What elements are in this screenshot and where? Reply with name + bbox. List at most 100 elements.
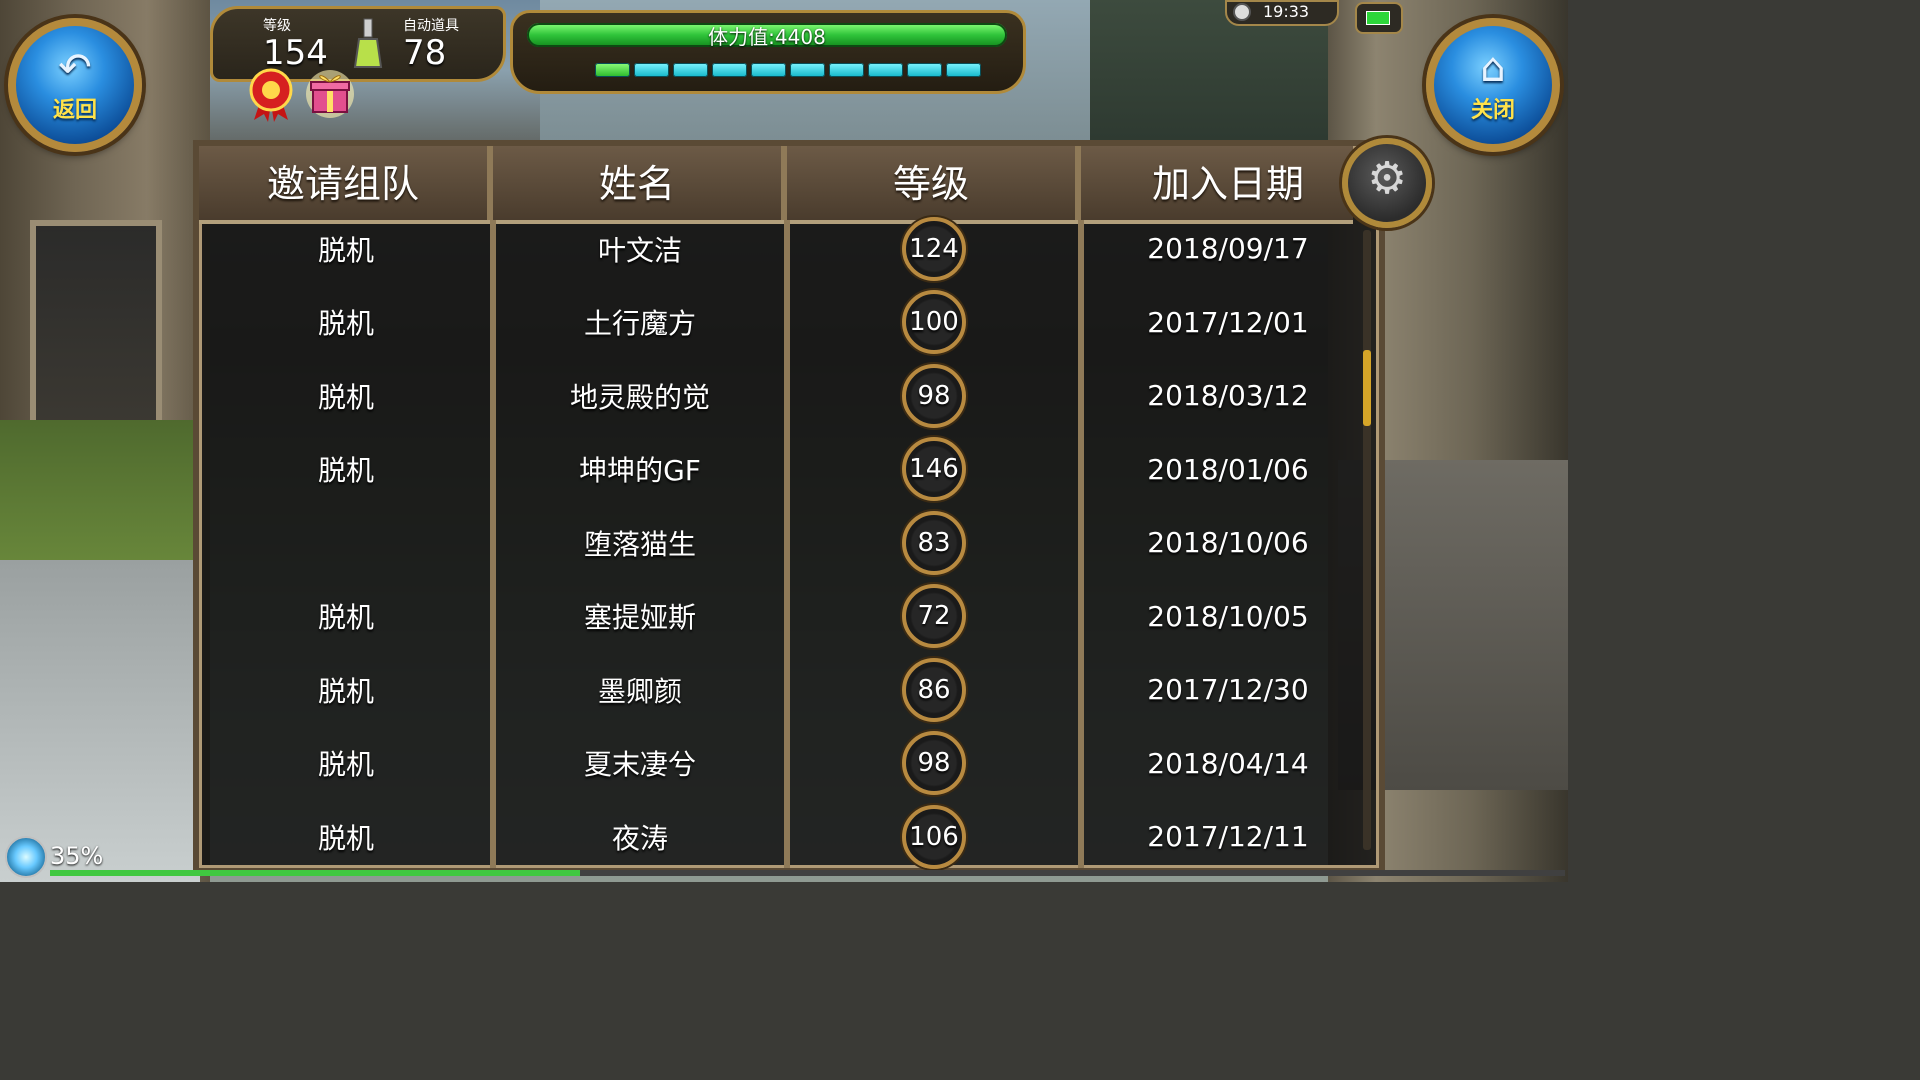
- invite-status[interactable]: 脱机: [199, 817, 493, 857]
- member-level: 146: [787, 437, 1081, 502]
- exp-bar-fill: [50, 870, 581, 876]
- invite-status[interactable]: 脱机: [199, 376, 493, 416]
- stamina-bar-panel: 体力值:4408: [510, 10, 1026, 94]
- settings-button[interactable]: ⚙: [1342, 138, 1432, 228]
- exp-bar: [50, 870, 1565, 876]
- join-date: 2018/01/06: [1147, 452, 1309, 486]
- invite-status[interactable]: 脱机: [199, 743, 493, 783]
- stamina-segment: [673, 63, 708, 77]
- clock-time: 19:33: [1263, 2, 1310, 21]
- level-badge: 146: [902, 437, 966, 502]
- level-badge: 100: [902, 290, 966, 355]
- member-name: 塞提娅斯: [583, 601, 696, 635]
- clock-icon: [1233, 3, 1251, 21]
- member-name: 坤坤的GF: [579, 454, 701, 488]
- join-date: 2017/12/11: [1147, 820, 1309, 854]
- table-row[interactable]: 脱机 地灵殿的觉 98 2018/03/12: [199, 359, 1353, 433]
- table-row[interactable]: 脱机 坤坤的GF 146 2018/01/06: [199, 433, 1353, 507]
- exp-percent: 35%: [50, 842, 104, 870]
- invite-status[interactable]: 脱机: [199, 229, 493, 269]
- member-name: 墨卿颜: [597, 674, 682, 708]
- table-row[interactable]: 脱机 塞提娅斯 72 2018/10/05: [199, 580, 1353, 654]
- level-badge: 106: [902, 804, 966, 869]
- scrollbar-thumb[interactable]: [1363, 350, 1371, 426]
- stamina-segments: [595, 63, 981, 77]
- gift-icon[interactable]: [305, 66, 355, 118]
- join-date: 2017/12/30: [1147, 673, 1309, 707]
- member-name: 地灵殿的觉: [569, 380, 710, 414]
- join-date: 2018/04/14: [1147, 746, 1309, 780]
- header-invite[interactable]: 邀请组队: [199, 146, 493, 220]
- back-button-label: 返回: [52, 98, 97, 123]
- stamina-segment: [595, 63, 630, 77]
- gear-icon: ⚙: [1367, 153, 1407, 204]
- table-row[interactable]: 脱机 夜涛 106 2017/12/11: [199, 800, 1353, 874]
- medal-icon[interactable]: [248, 68, 294, 122]
- invite-status[interactable]: 脱机: [199, 670, 493, 710]
- exp-orb-icon: [5, 836, 47, 878]
- join-date: 2018/10/05: [1147, 599, 1309, 633]
- invite-status[interactable]: 脱机: [199, 302, 493, 342]
- home-icon: ⌂: [1480, 45, 1506, 91]
- battery-level: [1366, 11, 1390, 25]
- member-level: 83: [787, 510, 1081, 575]
- stamina-segment: [829, 63, 864, 77]
- stamina-text: 体力值:4408: [708, 25, 826, 49]
- stamina-segment: [751, 63, 786, 77]
- member-name: 堕落猫生: [583, 527, 696, 561]
- close-button[interactable]: ⌂ 关闭: [1426, 18, 1560, 152]
- close-button-label: 关闭: [1470, 98, 1515, 123]
- member-level: 98: [787, 731, 1081, 796]
- level-badge: 124: [902, 216, 966, 281]
- guild-member-table: 邀请组队 姓名 等级 加入日期 脱机 叶文洁 124 2018/09/17 脱机…: [193, 140, 1385, 874]
- battery-icon: [1355, 2, 1403, 34]
- invite-status[interactable]: 脱机: [199, 596, 493, 636]
- level-badge: 98: [902, 363, 966, 428]
- table-row[interactable]: 脱机 夏末凄兮 98 2018/04/14: [199, 727, 1353, 801]
- member-level: 106: [787, 804, 1081, 869]
- table-body[interactable]: 脱机 叶文洁 124 2018/09/17 脱机 土行魔方 100 2017/1…: [199, 216, 1353, 869]
- back-arrow-icon: ↶: [58, 45, 92, 91]
- level-badge: 72: [902, 584, 966, 649]
- background-grass: [0, 420, 200, 580]
- back-button[interactable]: ↶ 返回: [8, 18, 142, 152]
- header-join-date[interactable]: 加入日期: [1081, 146, 1375, 220]
- member-level: 72: [787, 584, 1081, 649]
- member-level: 86: [787, 657, 1081, 722]
- table-row[interactable]: 脱机 墨卿颜 86 2017/12/30: [199, 653, 1353, 727]
- stamina-segment: [712, 63, 747, 77]
- potion-icon[interactable]: [353, 17, 383, 71]
- stamina-segment: [946, 63, 981, 77]
- auto-item-caption: 自动道具: [403, 18, 459, 34]
- member-name: 土行魔方: [583, 307, 696, 341]
- header-level[interactable]: 等级: [787, 146, 1081, 220]
- level-badge: 86: [902, 657, 966, 722]
- member-level: 124: [787, 216, 1081, 281]
- scrollbar[interactable]: [1363, 230, 1371, 850]
- level-badge: 83: [902, 510, 966, 575]
- level-badge: 98: [902, 731, 966, 796]
- background-window: [30, 220, 162, 452]
- stamina-bar: 体力值:4408: [527, 23, 1007, 49]
- member-name: 夏末凄兮: [583, 748, 696, 782]
- clock: 19:33: [1225, 0, 1339, 26]
- join-date: 2017/12/01: [1147, 305, 1309, 339]
- member-name: 叶文洁: [597, 233, 682, 267]
- stamina-segment: [634, 63, 669, 77]
- stamina-segment: [907, 63, 942, 77]
- header-name[interactable]: 姓名: [493, 146, 787, 220]
- background-pavement: [0, 560, 200, 882]
- table-row[interactable]: 堕落猫生 83 2018/10/06: [199, 506, 1353, 580]
- auto-item-value: 78: [403, 33, 447, 73]
- join-date: 2018/10/06: [1147, 526, 1309, 560]
- table-row[interactable]: 脱机 叶文洁 124 2018/09/17: [199, 212, 1353, 286]
- auto-item-stat[interactable]: 自动道具 78: [403, 15, 459, 71]
- member-level: 100: [787, 290, 1081, 355]
- invite-status[interactable]: 脱机: [199, 449, 493, 489]
- table-row[interactable]: 脱机 土行魔方 100 2017/12/01: [199, 286, 1353, 360]
- member-name: 夜涛: [611, 821, 668, 855]
- level-stat: 等级 154: [263, 15, 328, 71]
- stamina-segment: [868, 63, 903, 77]
- level-caption: 等级: [263, 18, 291, 34]
- join-date: 2018/03/12: [1147, 379, 1309, 413]
